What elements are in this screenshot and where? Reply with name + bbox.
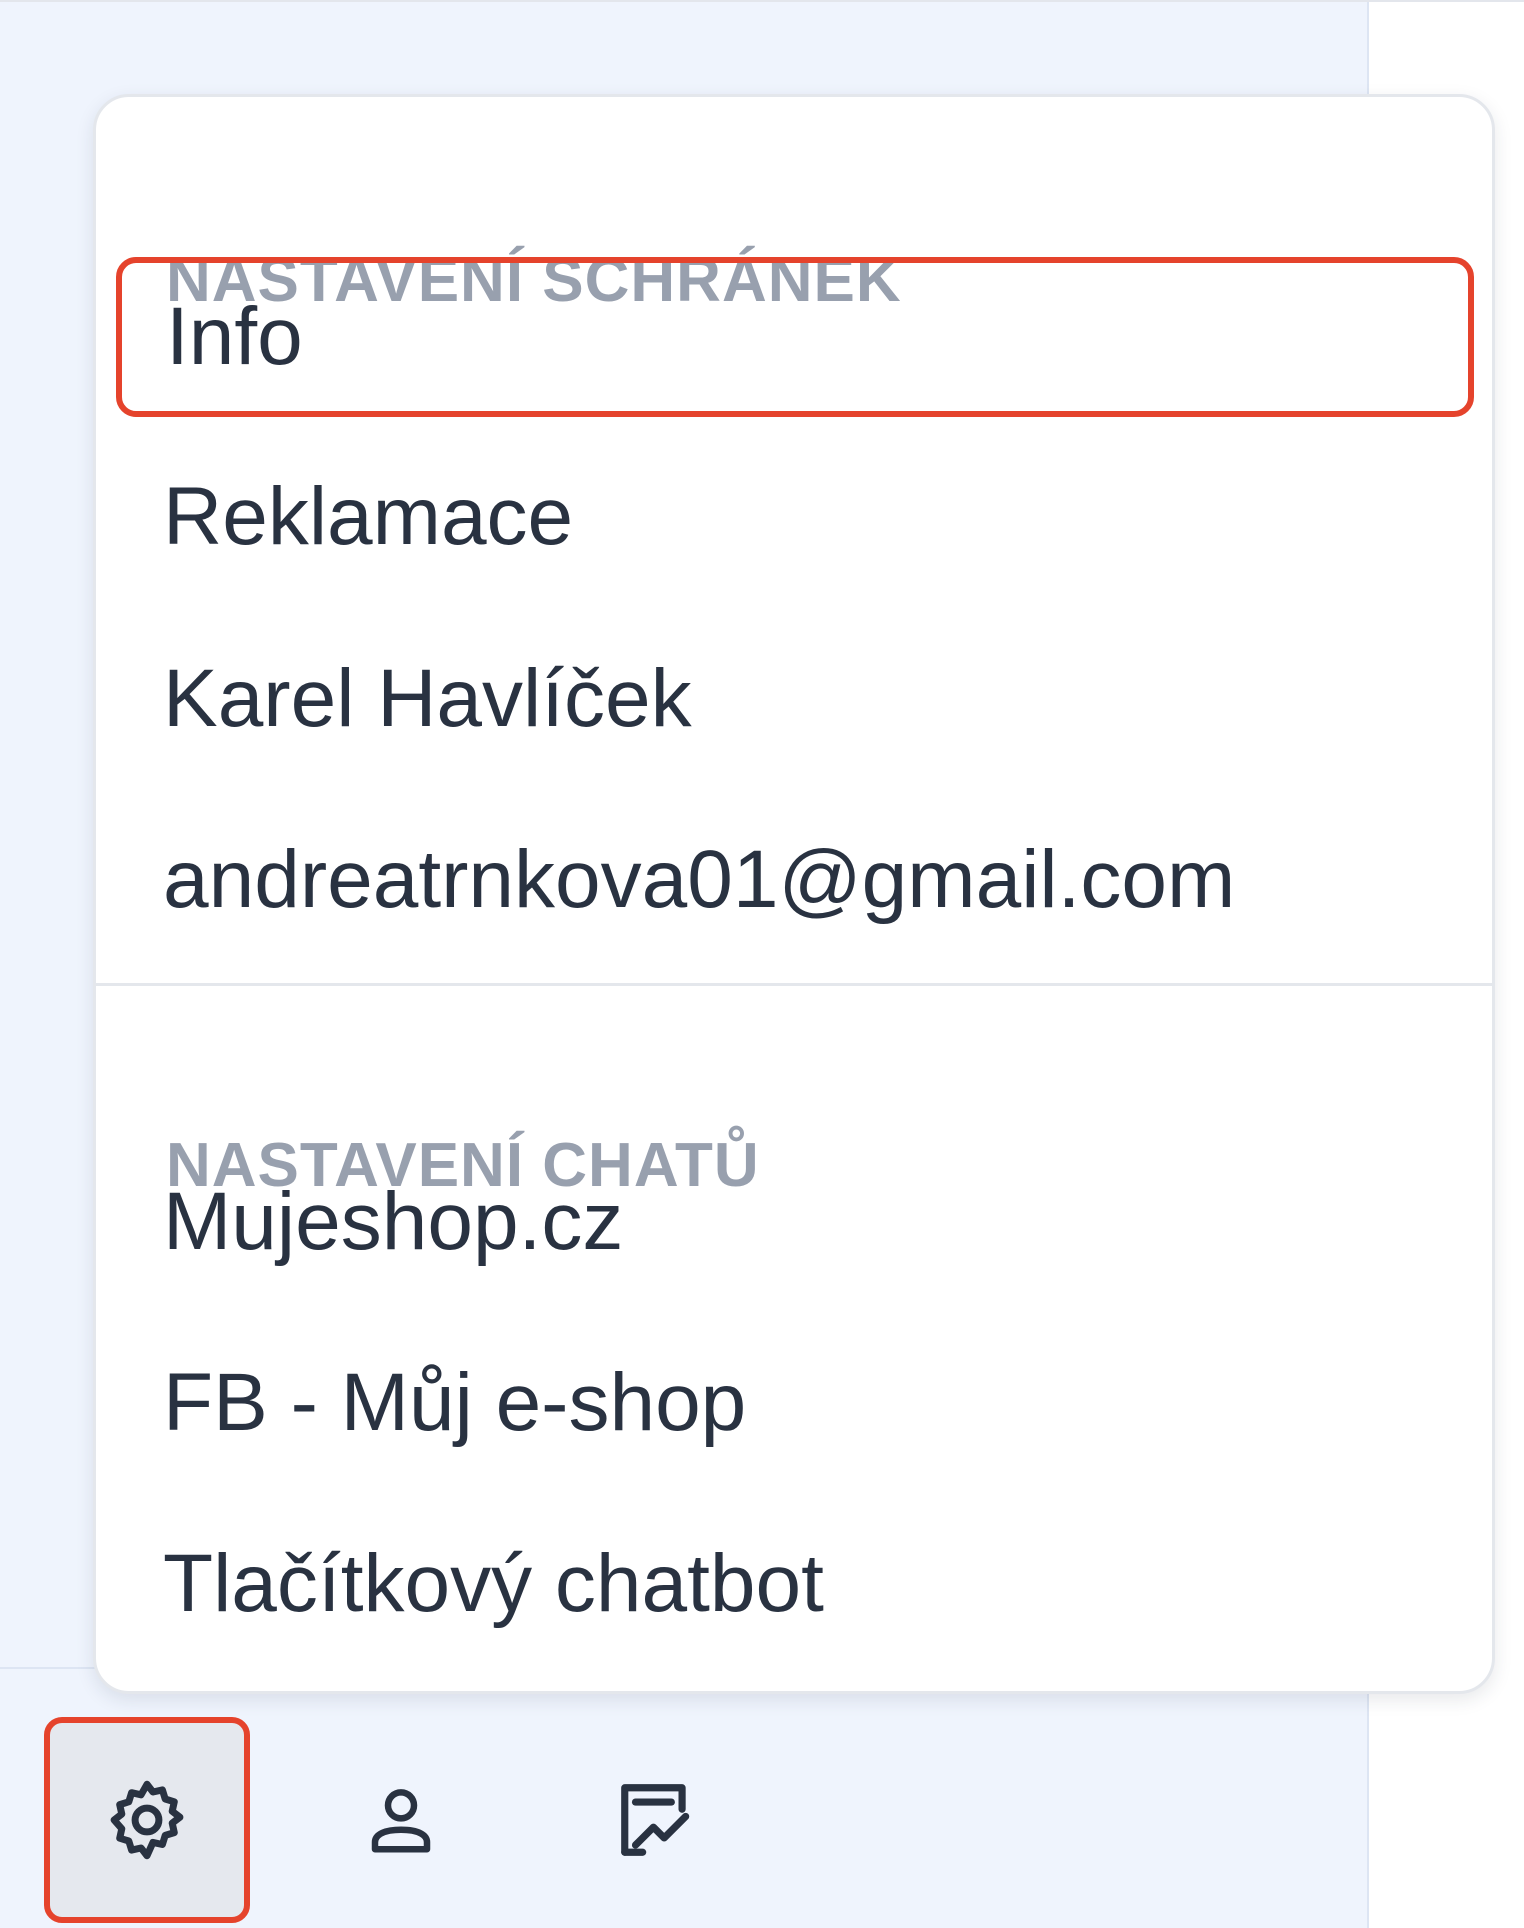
user-icon: [362, 1781, 440, 1859]
settings-dropdown-menu: NASTAVENÍ SCHRÁNEK Info Reklamace Karel …: [93, 94, 1495, 1694]
reports-button[interactable]: [554, 1717, 760, 1923]
app-window: NASTAVENÍ SCHRÁNEK Info Reklamace Karel …: [0, 0, 1524, 1928]
bottom-toolbar: [0, 1702, 1369, 1928]
menu-separator: [96, 983, 1492, 986]
menu-item-info[interactable]: Info: [116, 257, 1474, 417]
report-chart-icon: [614, 1777, 700, 1863]
menu-item-email-mailbox[interactable]: andreatrnkova01@gmail.com: [116, 800, 1474, 960]
menu-item-reklamace[interactable]: Reklamace: [116, 437, 1474, 597]
gear-icon: [105, 1778, 189, 1862]
menu-item-tlacitkovy-chatbot[interactable]: Tlačítkový chatbot: [116, 1504, 1474, 1664]
user-profile-button[interactable]: [298, 1717, 504, 1923]
menu-item-fb-muj-eshop[interactable]: FB - Můj e-shop: [116, 1323, 1474, 1483]
settings-button[interactable]: [44, 1717, 250, 1923]
menu-item-karel-havlicek[interactable]: Karel Havlíček: [116, 619, 1474, 779]
menu-item-mujeshop[interactable]: Mujeshop.cz: [116, 1142, 1474, 1302]
